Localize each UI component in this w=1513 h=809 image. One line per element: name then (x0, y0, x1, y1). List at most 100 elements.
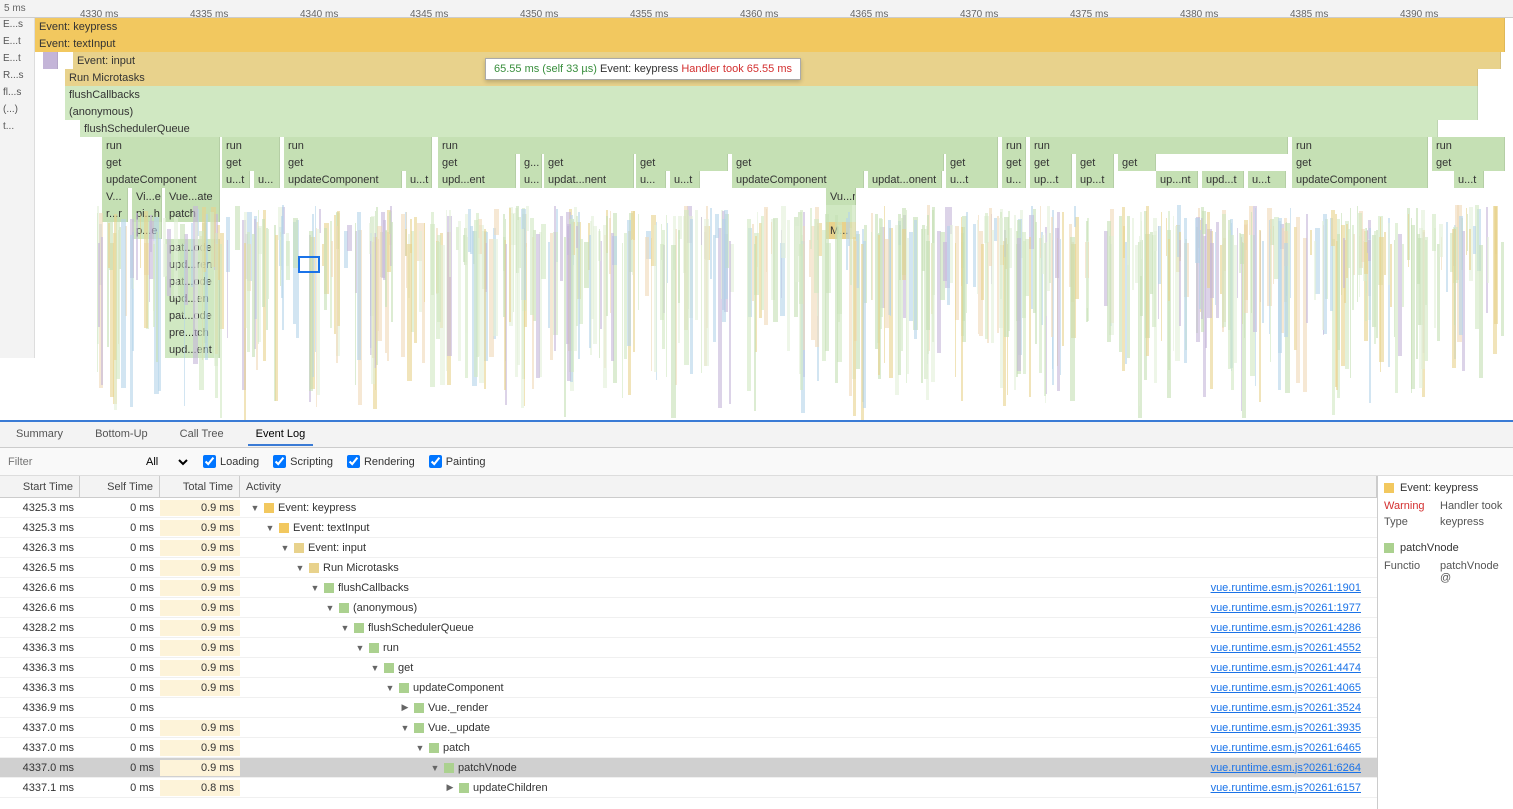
tab-event-log[interactable]: Event Log (248, 424, 314, 446)
source-link[interactable]: vue.runtime.esm.js?0261:4552 (1211, 642, 1371, 654)
source-link[interactable]: vue.runtime.esm.js?0261:6157 (1211, 782, 1371, 794)
table-row[interactable]: 4337.0 ms0 ms0.9 ms▼patchvue.runtime.esm… (0, 738, 1377, 758)
flame-block[interactable]: V... (102, 188, 128, 205)
source-link[interactable]: vue.runtime.esm.js?0261:6465 (1211, 742, 1371, 754)
flame-block[interactable]: up...t (1076, 171, 1114, 188)
disclosure-triangle-icon[interactable]: ▶ (400, 702, 410, 713)
table-row[interactable]: 4325.3 ms0 ms0.9 ms▼Event: keypress (0, 498, 1377, 518)
disclosure-triangle-icon[interactable]: ▼ (340, 623, 350, 633)
disclosure-triangle-icon[interactable]: ▼ (325, 603, 335, 613)
flame-chart[interactable]: 65.55 ms (self 33 µs) Event: keypress Ha… (0, 18, 1513, 422)
filter-checkbox-loading[interactable]: Loading (203, 455, 259, 468)
flame-block[interactable]: get (1292, 154, 1428, 171)
flame-block[interactable]: updat...nent (544, 171, 634, 188)
flame-block[interactable]: get (438, 154, 516, 171)
disclosure-triangle-icon[interactable]: ▼ (250, 503, 260, 513)
table-row[interactable]: 4336.3 ms0 ms0.9 ms▼runvue.runtime.esm.j… (0, 638, 1377, 658)
disclosure-triangle-icon[interactable]: ▼ (400, 723, 410, 733)
flame-block[interactable]: run (1002, 137, 1026, 154)
flame-block[interactable]: up...t (1030, 171, 1072, 188)
table-row[interactable]: 4326.5 ms0 ms0.9 ms▼Run Microtasks (0, 558, 1377, 578)
timeline-ruler[interactable]: 5 ms 4330 ms4335 ms4340 ms4345 ms4350 ms… (0, 0, 1513, 18)
flame-block[interactable]: get (946, 154, 998, 171)
tab-bottom-up[interactable]: Bottom-Up (87, 424, 156, 446)
table-row[interactable]: 4325.3 ms0 ms0.9 ms▼Event: textInput (0, 518, 1377, 538)
source-link[interactable]: vue.runtime.esm.js?0261:1977 (1211, 602, 1371, 614)
flame-block[interactable]: g... (520, 154, 542, 171)
flame-block[interactable]: u...t (1248, 171, 1286, 188)
flame-block[interactable]: u...t (222, 171, 250, 188)
flame-block[interactable]: run (1292, 137, 1428, 154)
table-row[interactable]: 4326.3 ms0 ms0.9 ms▼Event: input (0, 538, 1377, 558)
flame-block[interactable]: updateComponent (102, 171, 220, 188)
flame-block[interactable]: up...nt (1156, 171, 1198, 188)
tab-call-tree[interactable]: Call Tree (172, 424, 232, 446)
flame-block[interactable]: get (222, 154, 280, 171)
flame-block[interactable]: u...t (670, 171, 700, 188)
flame-block[interactable]: Vi...e (132, 188, 162, 205)
flame-block[interactable]: u... (254, 171, 280, 188)
disclosure-triangle-icon[interactable]: ▶ (445, 782, 455, 793)
table-row[interactable]: 4336.9 ms0 ms▶Vue._rendervue.runtime.esm… (0, 698, 1377, 718)
flame-block[interactable]: run (1432, 137, 1505, 154)
source-link[interactable]: vue.runtime.esm.js?0261:4065 (1211, 682, 1371, 694)
flame-block[interactable]: get (544, 154, 634, 171)
filter-input[interactable] (6, 454, 126, 470)
tab-summary[interactable]: Summary (8, 424, 71, 446)
disclosure-triangle-icon[interactable]: ▼ (430, 763, 440, 773)
filter-checkbox-scripting[interactable]: Scripting (273, 455, 333, 468)
flame-block[interactable]: u... (520, 171, 542, 188)
th-activity[interactable]: Activity (240, 476, 1377, 497)
table-row[interactable]: 4336.3 ms0 ms0.9 ms▼getvue.runtime.esm.j… (0, 658, 1377, 678)
th-start-time[interactable]: Start Time (0, 476, 80, 497)
flame-block[interactable] (43, 52, 58, 69)
disclosure-triangle-icon[interactable]: ▼ (280, 543, 290, 553)
disclosure-triangle-icon[interactable]: ▼ (385, 683, 395, 693)
flame-block[interactable]: run (438, 137, 998, 154)
flame-block[interactable]: get (1002, 154, 1026, 171)
flame-block[interactable]: updateComponent (284, 171, 402, 188)
flame-block[interactable]: u... (1002, 171, 1026, 188)
flame-block[interactable]: get (284, 154, 432, 171)
filter-checkbox-painting[interactable]: Painting (429, 455, 486, 468)
flame-block[interactable]: upd...ent (438, 171, 516, 188)
disclosure-triangle-icon[interactable]: ▼ (415, 743, 425, 753)
flame-block[interactable]: updateComponent (732, 171, 864, 188)
flame-block[interactable]: get (732, 154, 944, 171)
filter-category-select[interactable]: All (138, 453, 191, 471)
disclosure-triangle-icon[interactable]: ▼ (265, 523, 275, 533)
flame-block[interactable]: updat...onent (868, 171, 942, 188)
disclosure-triangle-icon[interactable]: ▼ (370, 663, 380, 673)
source-link[interactable]: vue.runtime.esm.js?0261:1901 (1211, 582, 1371, 594)
disclosure-triangle-icon[interactable]: ▼ (310, 583, 320, 593)
table-row[interactable]: 4336.3 ms0 ms0.9 ms▼updateComponentvue.r… (0, 678, 1377, 698)
flame-block[interactable]: run (284, 137, 432, 154)
flame-block[interactable]: (anonymous) (65, 103, 1478, 120)
source-link[interactable]: vue.runtime.esm.js?0261:4474 (1211, 662, 1371, 674)
flame-block[interactable]: get (1030, 154, 1072, 171)
table-row[interactable]: 4326.6 ms0 ms0.9 ms▼(anonymous)vue.runti… (0, 598, 1377, 618)
table-row[interactable]: 4326.6 ms0 ms0.9 ms▼flushCallbacksvue.ru… (0, 578, 1377, 598)
flame-block[interactable]: get (1432, 154, 1505, 171)
disclosure-triangle-icon[interactable]: ▼ (355, 643, 365, 653)
flame-block[interactable]: u...t (406, 171, 432, 188)
flame-block[interactable]: flushCallbacks (65, 86, 1478, 103)
flame-block[interactable]: Event: textInput (35, 35, 1505, 52)
flame-block[interactable]: updateComponent (1292, 171, 1428, 188)
source-link[interactable]: vue.runtime.esm.js?0261:4286 (1211, 622, 1371, 634)
source-link[interactable]: vue.runtime.esm.js?0261:3935 (1211, 722, 1371, 734)
flame-block[interactable]: upd...t (1202, 171, 1244, 188)
flame-block[interactable]: run (1030, 137, 1288, 154)
flame-block[interactable]: u...t (1454, 171, 1484, 188)
flame-block[interactable]: get (1076, 154, 1114, 171)
flame-block[interactable]: run (102, 137, 220, 154)
flame-block[interactable]: get (1118, 154, 1156, 171)
flame-block[interactable]: Event: keypress (35, 18, 1505, 35)
source-link[interactable]: vue.runtime.esm.js?0261:6264 (1211, 762, 1371, 774)
disclosure-triangle-icon[interactable]: ▼ (295, 563, 305, 573)
flame-block[interactable]: Vue...ate (165, 188, 220, 205)
table-row[interactable]: 4337.0 ms0 ms0.9 ms▼patchVnodevue.runtim… (0, 758, 1377, 778)
table-row[interactable]: 4328.2 ms0 ms0.9 ms▼flushSchedulerQueuev… (0, 618, 1377, 638)
flame-block[interactable]: flushSchedulerQueue (80, 120, 1438, 137)
table-row[interactable]: 4337.0 ms0 ms0.9 ms▼Vue._updatevue.runti… (0, 718, 1377, 738)
